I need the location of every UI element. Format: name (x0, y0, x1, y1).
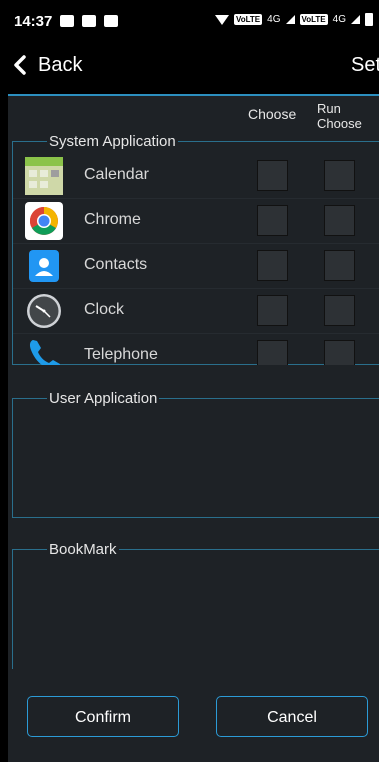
volte-badge-2: VoLTE (299, 14, 328, 25)
bookmark-legend: BookMark (47, 541, 119, 558)
column-header-run-choose: Run Choose (317, 101, 372, 131)
user-application-group: User Application (12, 390, 379, 518)
status-indicators: VoLTE 4G VoLTE 4G (215, 13, 373, 26)
message-notification-icon (82, 15, 97, 27)
status-time: 14:37 (14, 12, 53, 30)
signal-icon-2 (351, 15, 360, 24)
column-header-run-choose-text: Run Choose (317, 101, 362, 131)
settings-panel: Choose Run Choose System Application Cal… (8, 94, 379, 762)
choose-checkbox[interactable] (257, 250, 288, 281)
system-application-group: System Application Calendar Chrome Conta… (12, 133, 379, 365)
run-choose-checkbox[interactable] (324, 205, 355, 236)
page-title: Set (351, 54, 379, 76)
cancel-button[interactable]: Cancel (216, 696, 368, 737)
run-choose-checkbox[interactable] (324, 160, 355, 191)
bookmark-group: BookMark (12, 541, 379, 669)
run-choose-checkbox[interactable] (324, 295, 355, 326)
top-bar: Back Set (0, 42, 379, 92)
list-item[interactable]: Contacts (13, 243, 379, 289)
choose-checkbox[interactable] (257, 295, 288, 326)
status-bar: 14:37 VoLTE 4G VoLTE 4G (0, 0, 379, 42)
back-chevron-icon[interactable] (12, 54, 28, 81)
choose-checkbox[interactable] (257, 205, 288, 236)
signal-icon (285, 15, 295, 24)
app-notification-icon (104, 15, 119, 27)
network-label: 4G (267, 14, 281, 25)
user-application-legend: User Application (47, 390, 160, 407)
list-item[interactable]: Chrome (13, 198, 379, 244)
telephone-icon (25, 337, 63, 365)
network-label-2: 4G (332, 14, 346, 25)
list-item[interactable]: Telephone (13, 333, 379, 365)
volte-badge: VoLTE (234, 14, 263, 25)
clock-icon (25, 292, 63, 330)
choose-checkbox[interactable] (257, 160, 288, 191)
app-name: Contacts (84, 256, 148, 273)
choose-checkbox[interactable] (257, 340, 288, 365)
image-notification-icon (60, 15, 75, 27)
app-name: Chrome (84, 211, 141, 228)
calendar-icon (25, 157, 63, 195)
app-name: Calendar (84, 166, 149, 183)
app-name: Clock (84, 301, 125, 318)
run-choose-checkbox[interactable] (324, 340, 355, 365)
list-item[interactable]: Clock (13, 288, 379, 334)
column-header-choose: Choose (248, 106, 297, 122)
wifi-icon (215, 14, 229, 25)
back-button[interactable]: Back (38, 54, 82, 77)
confirm-button[interactable]: Confirm (27, 696, 179, 737)
list-item[interactable]: Calendar (13, 153, 379, 199)
chrome-icon (25, 202, 63, 240)
contacts-icon (25, 247, 63, 285)
run-choose-checkbox[interactable] (324, 250, 355, 281)
app-name: Telephone (84, 346, 158, 363)
system-application-legend: System Application (47, 133, 178, 150)
battery-icon (365, 13, 373, 26)
